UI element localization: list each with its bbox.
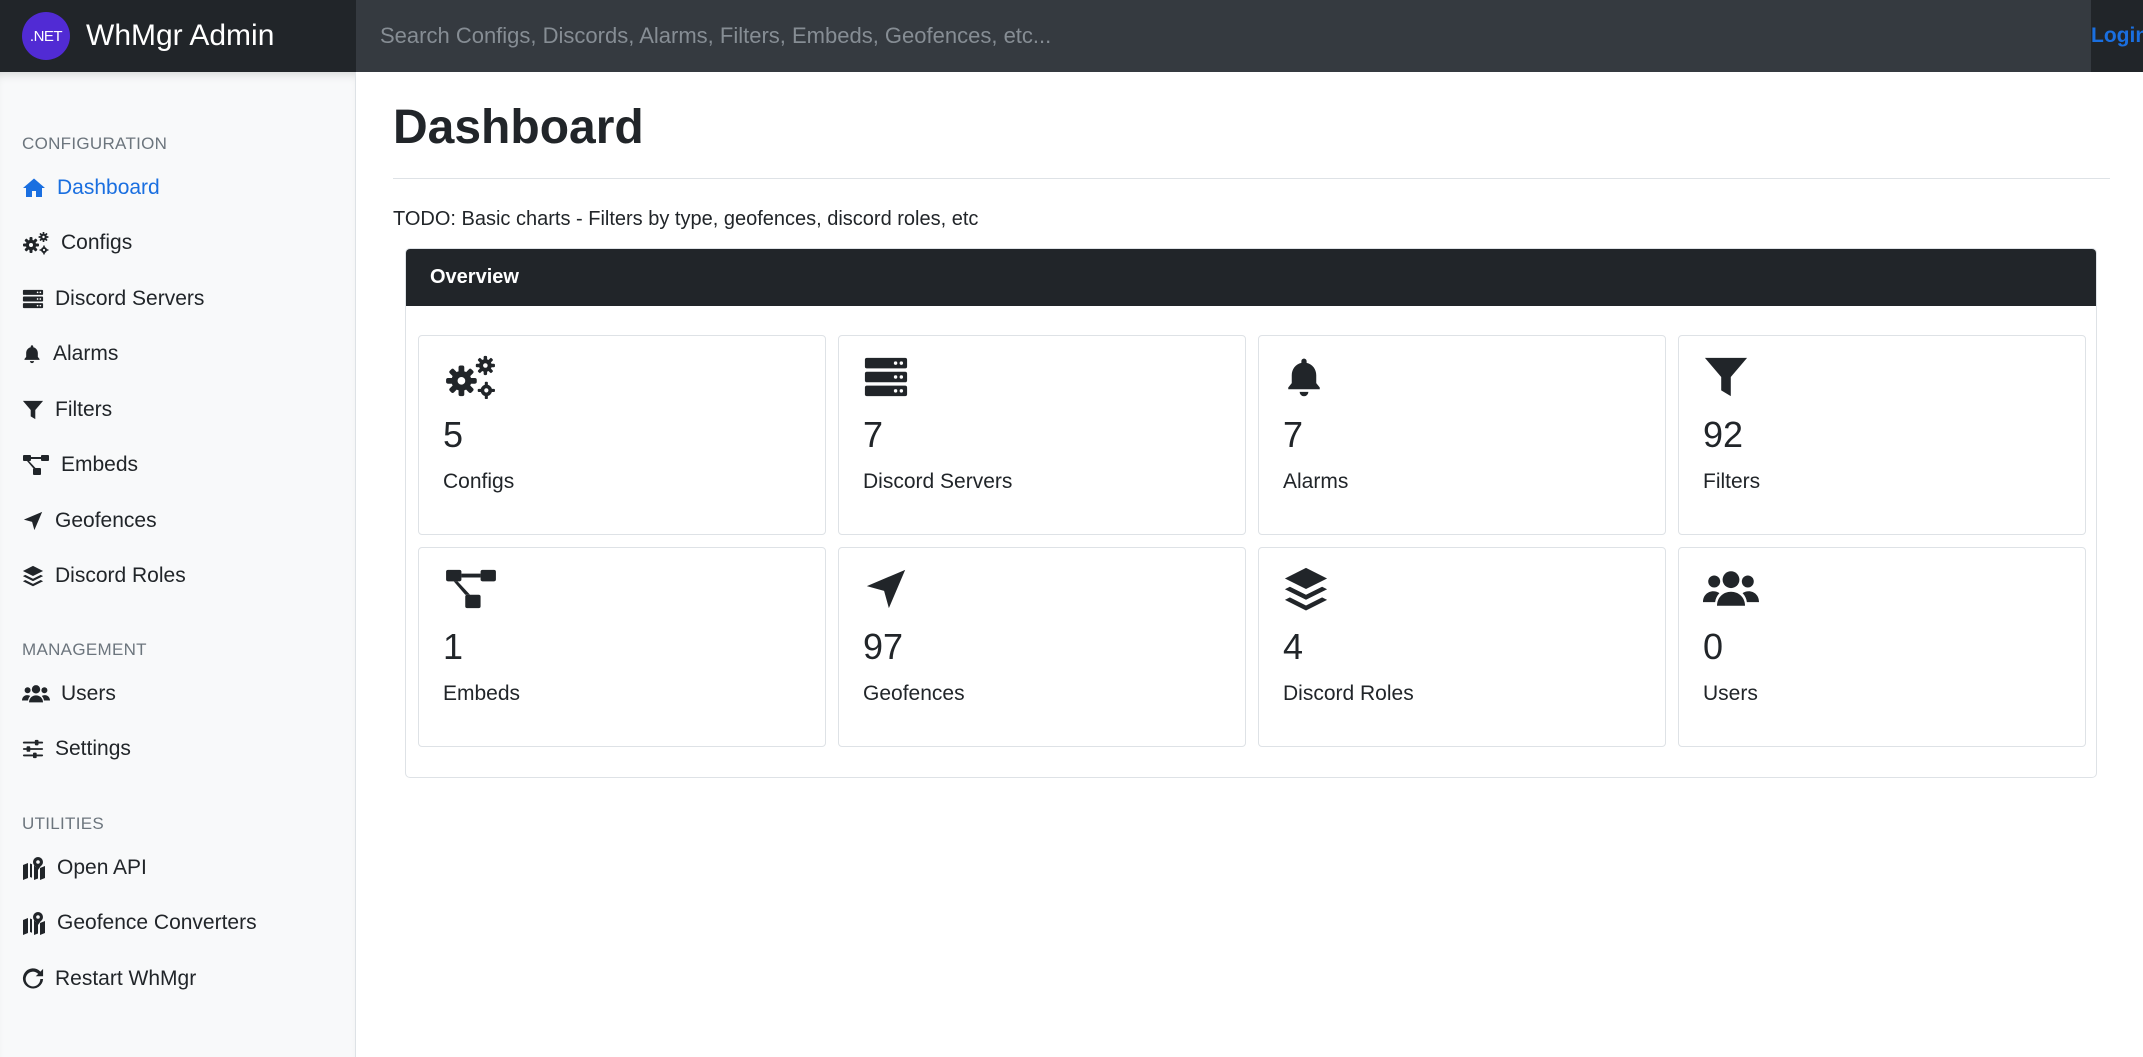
- stat-label: Alarms: [1283, 470, 1349, 493]
- sidebar-item-label: Embeds: [61, 453, 139, 476]
- todo-text: TODO: Basic charts - Filters by type, ge…: [393, 208, 979, 230]
- section-heading-management: MANAGEMENT: [22, 640, 147, 659]
- stat-label: Configs: [443, 470, 515, 493]
- stat-count: 1: [443, 626, 464, 667]
- users-icon: [1703, 566, 1759, 612]
- sidebar-item-filters[interactable]: Filters: [22, 390, 112, 430]
- server-icon: [22, 287, 44, 311]
- stat-card-filters[interactable]: 92 Filters: [1678, 335, 2086, 535]
- map-marked-icon: [22, 856, 46, 880]
- gears-icon: [443, 354, 499, 400]
- sidebar-item-settings[interactable]: Settings: [22, 729, 131, 769]
- bell-icon: [1283, 354, 1325, 400]
- stat-label: Discord Servers: [863, 470, 1013, 493]
- top-navbar: .NET WhMgr Admin Login: [0, 0, 2143, 72]
- layer-group-icon: [22, 564, 44, 588]
- stat-count: 92: [1703, 414, 1744, 455]
- sidebar-item-discord-roles[interactable]: Discord Roles: [22, 556, 186, 596]
- bell-icon: [22, 342, 42, 366]
- sidebar-item-label: Discord Roles: [55, 564, 186, 587]
- sidebar-item-embeds[interactable]: Embeds: [22, 445, 138, 485]
- login-link[interactable]: Login: [2091, 0, 2143, 72]
- sidebar-item-geofence-converters[interactable]: Geofence Converters: [22, 903, 257, 943]
- server-icon: [863, 354, 909, 400]
- sidebar-item-label: Geofence Converters: [57, 911, 257, 934]
- brand-title[interactable]: WhMgr Admin: [86, 19, 274, 53]
- stat-count: 5: [443, 414, 464, 455]
- sidebar-item-label: Settings: [55, 737, 131, 760]
- dotnet-logo: .NET: [22, 12, 70, 60]
- search-input[interactable]: [356, 0, 2091, 72]
- brand[interactable]: .NET WhMgr Admin: [0, 0, 356, 72]
- sidebar-item-label: Filters: [55, 398, 113, 421]
- stat-card-embeds[interactable]: 1 Embeds: [418, 547, 826, 747]
- sidebar-item-dashboard[interactable]: Dashboard: [22, 168, 160, 208]
- section-heading-utilities: UTILITIES: [22, 814, 105, 833]
- sliders-icon: [22, 737, 44, 761]
- layer-group-icon: [1283, 566, 1329, 612]
- sidebar-item-configs[interactable]: Configs: [22, 223, 132, 263]
- sidebar-item-label: Discord Servers: [55, 287, 205, 310]
- stat-count: 7: [863, 414, 884, 455]
- stat-card-alarms[interactable]: 7 Alarms: [1258, 335, 1666, 535]
- sidebar-item-open-api[interactable]: Open API: [22, 848, 147, 888]
- sidebar: CONFIGURATION Dashboard Configs Discord …: [0, 72, 356, 1057]
- sidebar-item-restart-whmgr[interactable]: Restart WhMgr: [22, 959, 196, 999]
- stat-count: 7: [1283, 414, 1304, 455]
- sidebar-item-label: Dashboard: [57, 176, 160, 199]
- users-icon: [22, 682, 50, 706]
- stat-card-users[interactable]: 0 Users: [1678, 547, 2086, 747]
- sidebar-item-alarms[interactable]: Alarms: [22, 334, 118, 374]
- page-title: Dashboard: [393, 101, 644, 154]
- sidebar-item-label: Alarms: [53, 342, 119, 365]
- home-icon: [22, 176, 46, 200]
- stat-label: Discord Roles: [1283, 682, 1414, 705]
- sidebar-item-label: Open API: [57, 856, 147, 879]
- overview-panel: Overview 5 Configs 7 Discord Servers 7 A…: [405, 248, 2097, 778]
- sitemap-icon: [22, 453, 50, 477]
- filter-icon: [1703, 354, 1749, 400]
- gears-icon: [22, 231, 50, 255]
- overview-header: Overview: [406, 249, 2096, 306]
- map-marked-icon: [22, 911, 46, 935]
- sidebar-item-discord-servers[interactable]: Discord Servers: [22, 279, 204, 319]
- sidebar-item-label: Geofences: [55, 509, 157, 532]
- section-heading-configuration: CONFIGURATION: [22, 134, 168, 153]
- stat-card-configs[interactable]: 5 Configs: [418, 335, 826, 535]
- title-divider: [393, 178, 2110, 179]
- sidebar-item-users[interactable]: Users: [22, 674, 116, 714]
- stat-label: Users: [1703, 682, 1758, 705]
- stat-count: 0: [1703, 626, 1724, 667]
- sidebar-item-geofences[interactable]: Geofences: [22, 501, 157, 541]
- stat-card-geofences[interactable]: 97 Geofences: [838, 547, 1246, 747]
- sitemap-icon: [443, 566, 499, 612]
- location-arrow-icon: [22, 509, 44, 533]
- stat-count: 97: [863, 626, 904, 667]
- stat-count: 4: [1283, 626, 1304, 667]
- filter-icon: [22, 398, 44, 422]
- stat-label: Geofences: [863, 682, 965, 705]
- location-arrow-icon: [863, 566, 909, 612]
- sidebar-item-label: Users: [61, 682, 116, 705]
- sidebar-item-label: Restart WhMgr: [55, 967, 197, 990]
- stat-card-discord-roles[interactable]: 4 Discord Roles: [1258, 547, 1666, 747]
- stat-label: Filters: [1703, 470, 1761, 493]
- stat-card-discord-servers[interactable]: 7 Discord Servers: [838, 335, 1246, 535]
- stat-label: Embeds: [443, 682, 521, 705]
- sidebar-item-label: Configs: [61, 231, 133, 254]
- redo-icon: [22, 967, 44, 991]
